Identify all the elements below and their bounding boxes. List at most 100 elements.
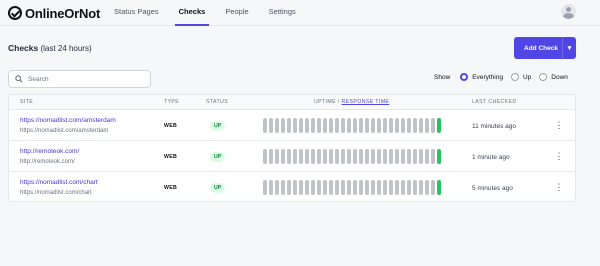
uptime-bar[interactable]	[371, 149, 375, 164]
uptime-bar[interactable]	[389, 180, 393, 195]
radio-unselected-icon[interactable]	[539, 73, 548, 81]
uptime-bar[interactable]	[281, 180, 285, 195]
nav-people[interactable]: People	[219, 0, 254, 26]
uptime-bar[interactable]	[407, 118, 411, 133]
uptime-bar[interactable]	[335, 149, 339, 164]
uptime-bar[interactable]	[341, 180, 345, 195]
uptime-bar[interactable]	[275, 149, 279, 164]
more-options-icon[interactable]: ⋮	[554, 150, 564, 162]
uptime-bar[interactable]	[359, 118, 363, 133]
add-check-button[interactable]: Add Check ▾	[514, 37, 576, 59]
uptime-bar[interactable]	[323, 180, 327, 195]
uptime-bar[interactable]	[311, 149, 315, 164]
uptime-bar[interactable]	[371, 180, 375, 195]
uptime-bar[interactable]	[353, 118, 357, 133]
uptime-bar[interactable]	[413, 118, 417, 133]
uptime-bar[interactable]	[407, 149, 411, 164]
nav-settings[interactable]: Settings	[263, 0, 302, 26]
uptime-bar[interactable]	[437, 180, 441, 195]
uptime-bar[interactable]	[383, 180, 387, 195]
uptime-bar[interactable]	[299, 149, 303, 164]
uptime-bar[interactable]	[293, 180, 297, 195]
uptime-bar[interactable]	[383, 149, 387, 164]
uptime-bar[interactable]	[389, 118, 393, 133]
uptime-bar[interactable]	[305, 149, 309, 164]
uptime-bar[interactable]	[311, 180, 315, 195]
uptime-bar[interactable]	[287, 149, 291, 164]
radio-selected-icon[interactable]	[460, 73, 469, 81]
uptime-bar[interactable]	[287, 118, 291, 133]
uptime-bar[interactable]	[335, 180, 339, 195]
uptime-bar[interactable]	[347, 118, 351, 133]
uptime-bar[interactable]	[365, 180, 369, 195]
uptime-bar[interactable]	[401, 149, 405, 164]
radio-down[interactable]: Down	[539, 73, 568, 81]
uptime-bar[interactable]	[311, 118, 315, 133]
uptime-bar[interactable]	[329, 118, 333, 133]
uptime-bar[interactable]	[395, 149, 399, 164]
uptime-bar[interactable]	[269, 118, 273, 133]
radio-everything[interactable]: Everything	[460, 73, 503, 81]
site-link[interactable]: https://nomadlist.com/chart	[20, 179, 98, 186]
uptime-bar[interactable]	[365, 149, 369, 164]
uptime-bar[interactable]	[263, 149, 267, 164]
uptime-bar[interactable]	[359, 180, 363, 195]
uptime-bar[interactable]	[275, 118, 279, 133]
uptime-bar[interactable]	[425, 118, 429, 133]
logo[interactable]: OnlineOrNot	[8, 4, 100, 22]
uptime-bar[interactable]	[377, 149, 381, 164]
uptime-bar[interactable]	[359, 149, 363, 164]
more-options-icon[interactable]: ⋮	[554, 119, 564, 131]
uptime-bar[interactable]	[377, 180, 381, 195]
uptime-bar[interactable]	[371, 118, 375, 133]
uptime-bar[interactable]	[365, 118, 369, 133]
uptime-bar[interactable]	[299, 118, 303, 133]
col-response-time-link[interactable]: RESPONSE TIME	[342, 99, 390, 105]
uptime-bar[interactable]	[263, 180, 267, 195]
uptime-bar[interactable]	[305, 118, 309, 133]
uptime-bar[interactable]	[269, 149, 273, 164]
uptime-bar[interactable]	[413, 149, 417, 164]
uptime-bar[interactable]	[341, 118, 345, 133]
uptime-bar[interactable]	[401, 118, 405, 133]
uptime-bar[interactable]	[377, 118, 381, 133]
uptime-bar[interactable]	[275, 180, 279, 195]
uptime-bar[interactable]	[419, 180, 423, 195]
nav-status-pages[interactable]: Status Pages	[108, 0, 165, 26]
uptime-bar[interactable]	[317, 118, 321, 133]
uptime-bar[interactable]	[269, 180, 273, 195]
radio-unselected-icon[interactable]	[510, 73, 519, 81]
more-options-icon[interactable]: ⋮	[554, 181, 564, 193]
site-link[interactable]: https://nomadlist.com/amsterdam	[20, 117, 116, 124]
uptime-bar[interactable]	[437, 118, 441, 133]
uptime-bar[interactable]	[389, 149, 393, 164]
uptime-bar[interactable]	[413, 180, 417, 195]
uptime-bar[interactable]	[299, 180, 303, 195]
avatar[interactable]	[561, 4, 576, 19]
uptime-bar[interactable]	[329, 180, 333, 195]
uptime-bar[interactable]	[263, 118, 267, 133]
uptime-bar[interactable]	[323, 149, 327, 164]
uptime-bar[interactable]	[401, 180, 405, 195]
uptime-bar[interactable]	[293, 149, 297, 164]
uptime-bar[interactable]	[341, 149, 345, 164]
uptime-bar[interactable]	[425, 180, 429, 195]
uptime-bar[interactable]	[347, 149, 351, 164]
uptime-bar[interactable]	[437, 149, 441, 164]
uptime-bar[interactable]	[347, 180, 351, 195]
uptime-bar[interactable]	[407, 180, 411, 195]
uptime-bar[interactable]	[305, 180, 309, 195]
nav-checks[interactable]: Checks	[173, 0, 212, 26]
uptime-bar[interactable]	[293, 118, 297, 133]
uptime-bar[interactable]	[383, 118, 387, 133]
uptime-bar[interactable]	[353, 149, 357, 164]
uptime-bar[interactable]	[419, 118, 423, 133]
uptime-bar[interactable]	[419, 149, 423, 164]
uptime-bar[interactable]	[323, 118, 327, 133]
uptime-bar[interactable]	[329, 149, 333, 164]
uptime-bar[interactable]	[395, 180, 399, 195]
uptime-bar[interactable]	[353, 180, 357, 195]
uptime-bar[interactable]	[281, 149, 285, 164]
uptime-bar[interactable]	[425, 149, 429, 164]
uptime-bar[interactable]	[431, 180, 435, 195]
